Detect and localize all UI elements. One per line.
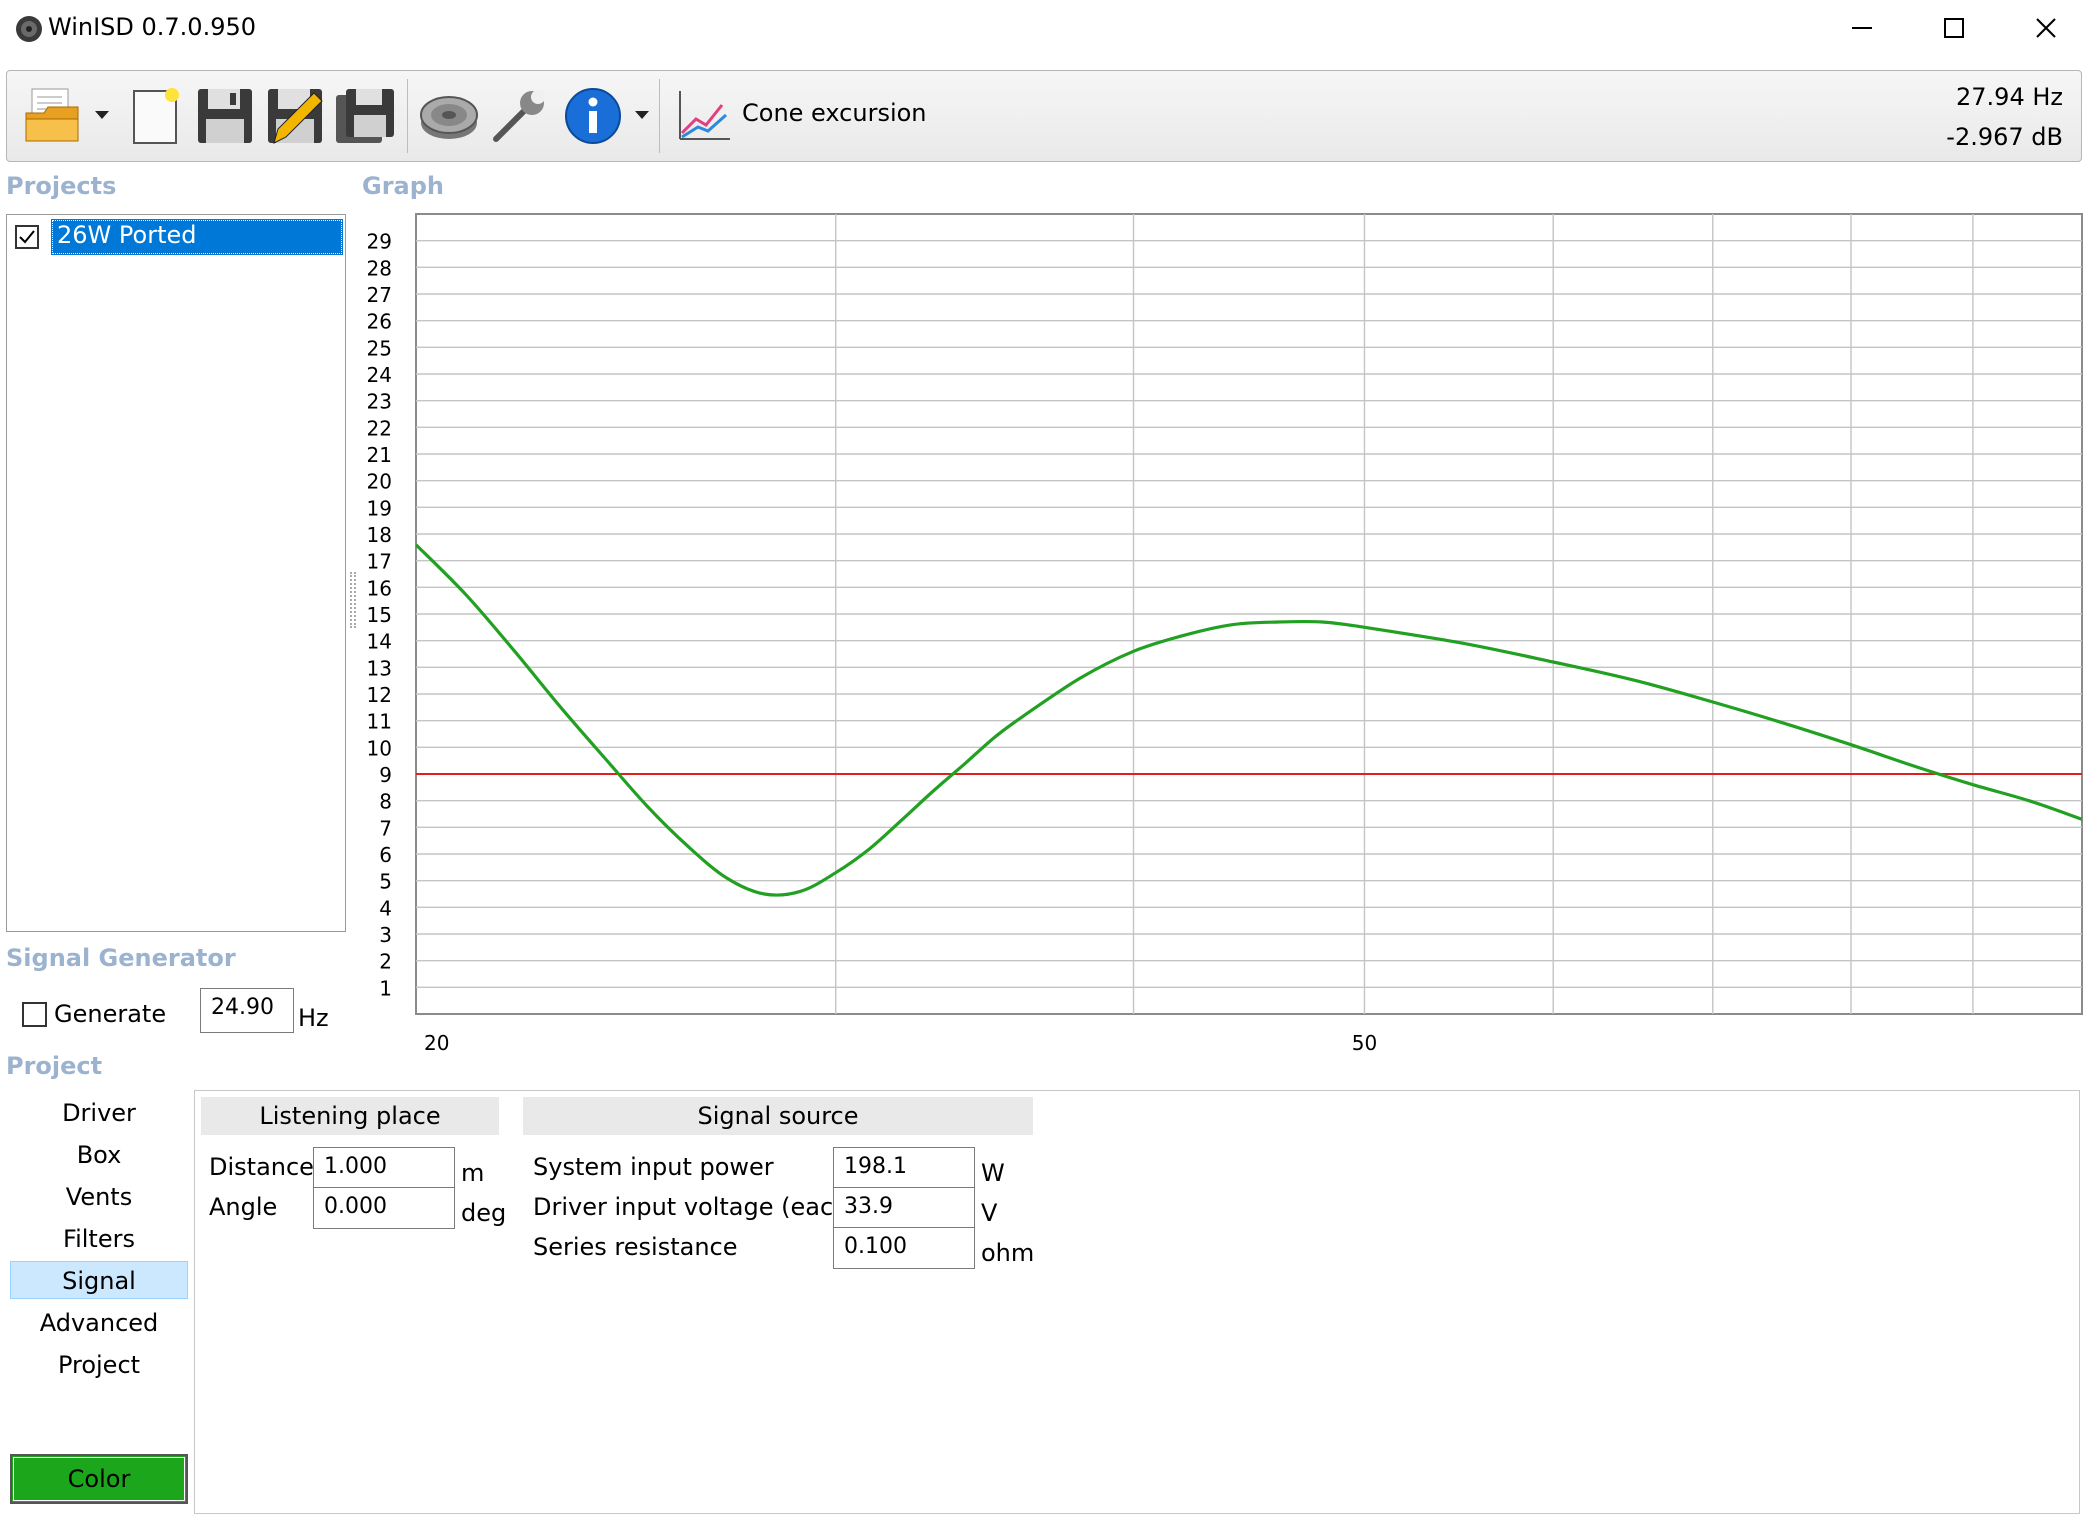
y-tick-label: 13 [367, 656, 392, 680]
driver-input-voltage-unit: V [981, 1199, 998, 1227]
y-tick-label: 8 [379, 790, 392, 814]
y-tick-label: 29 [367, 230, 392, 254]
nav-vents[interactable]: Vents [10, 1178, 188, 1216]
driver-input-voltage-label: Driver input voltage (each) [533, 1193, 858, 1221]
driver-input-voltage-input[interactable]: 33.9 [833, 1187, 975, 1229]
nav-driver[interactable]: Driver [10, 1094, 188, 1132]
nav-project[interactable]: Project [10, 1346, 188, 1384]
y-tick-label: 19 [367, 496, 392, 520]
color-button[interactable]: Color [10, 1454, 188, 1504]
y-tick-label: 21 [367, 443, 392, 467]
x-tick-label: 50 [1352, 1031, 1377, 1055]
y-tick-label: 20 [367, 470, 392, 494]
signal-settings-panel: Listening place Signal source Distance 1… [194, 1090, 2080, 1514]
system-input-power-label: System input power [533, 1153, 774, 1181]
y-tick-label: 23 [367, 390, 392, 414]
y-tick-label: 5 [379, 870, 392, 894]
y-tick-label: 12 [367, 683, 392, 707]
y-tick-label: 26 [367, 310, 392, 334]
y-tick-label: 25 [367, 336, 392, 360]
y-tick-label: 27 [367, 283, 392, 307]
distance-label: Distance [209, 1153, 314, 1181]
series-resistance-label: Series resistance [533, 1233, 738, 1261]
x-tick-label: 20 [424, 1031, 449, 1055]
y-tick-label: 22 [367, 416, 392, 440]
series-resistance-input[interactable]: 0.100 [833, 1227, 975, 1269]
y-tick-label: 17 [367, 550, 392, 574]
y-tick-label: 1 [379, 976, 392, 1000]
distance-unit: m [461, 1159, 485, 1187]
nav-signal[interactable]: Signal [10, 1261, 188, 1299]
angle-unit: deg [461, 1199, 507, 1227]
y-tick-label: 2 [379, 950, 392, 974]
y-tick-label: 28 [367, 256, 392, 280]
y-tick-label: 24 [367, 363, 392, 387]
angle-input[interactable]: 0.000 [313, 1187, 455, 1229]
series-resistance-unit: ohm [981, 1239, 1035, 1267]
y-tick-label: 4 [379, 896, 392, 920]
y-tick-label: 15 [367, 603, 392, 627]
y-tick-label: 3 [379, 923, 392, 947]
y-tick-label: 14 [367, 630, 392, 654]
nav-advanced[interactable]: Advanced [10, 1304, 188, 1342]
signal-source-header: Signal source [523, 1097, 1033, 1135]
angle-label: Angle [209, 1193, 278, 1221]
y-tick-label: 7 [379, 816, 392, 840]
y-tick-label: 6 [379, 843, 392, 867]
nav-filters[interactable]: Filters [10, 1220, 188, 1258]
nav-box[interactable]: Box [10, 1136, 188, 1174]
listening-place-header: Listening place [201, 1097, 499, 1135]
system-input-power-input[interactable]: 198.1 [833, 1147, 975, 1189]
cone-excursion-graph[interactable]: 1234567891011121314151617181920212223242… [0, 0, 2088, 1060]
y-tick-label: 9 [379, 763, 392, 787]
distance-input[interactable]: 1.000 [313, 1147, 455, 1189]
y-tick-label: 11 [367, 710, 392, 734]
y-tick-label: 18 [367, 523, 392, 547]
y-tick-label: 16 [367, 576, 392, 600]
system-input-power-unit: W [981, 1159, 1005, 1187]
y-tick-label: 10 [367, 736, 392, 760]
